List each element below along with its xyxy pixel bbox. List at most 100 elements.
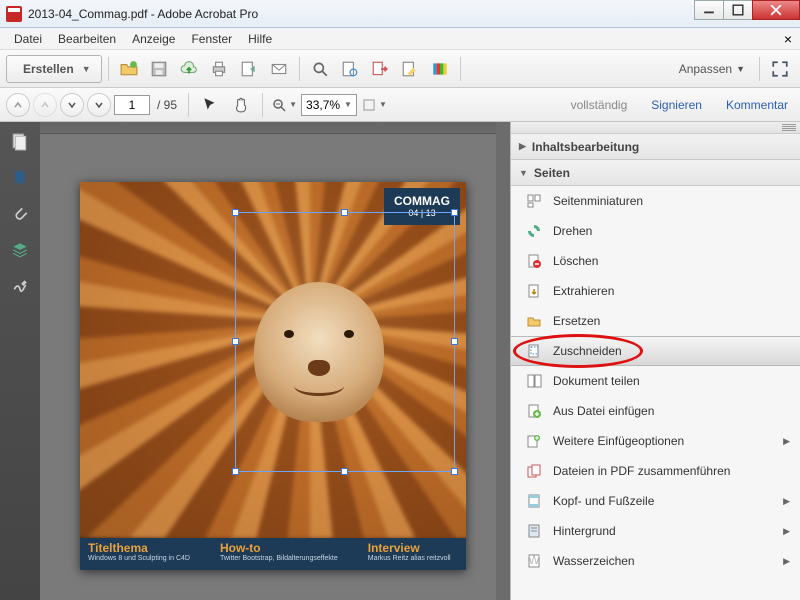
layers-icon[interactable] [8, 238, 32, 262]
email-button[interactable] [265, 55, 293, 83]
minimize-button[interactable] [694, 0, 724, 20]
tool-icon [525, 282, 543, 300]
left-panel [0, 122, 40, 600]
close-button[interactable] [752, 0, 800, 20]
save-button[interactable] [145, 55, 173, 83]
chevron-right-icon: ▶ [783, 496, 790, 507]
tool-item[interactable]: Seitenminiaturen [511, 186, 800, 216]
tool-label: Hintergrund [553, 524, 616, 538]
ocr-button[interactable] [336, 55, 364, 83]
tool-label: Drehen [553, 224, 592, 238]
export-button[interactable] [366, 55, 394, 83]
link-signieren[interactable]: Signieren [645, 94, 708, 116]
chevron-right-icon: ▶ [783, 436, 790, 447]
tool-icon [525, 222, 543, 240]
menu-anzeige[interactable]: Anzeige [124, 30, 183, 48]
tool-item[interactable]: Löschen [511, 246, 800, 276]
chevron-right-icon: ▶ [783, 556, 790, 567]
search-button[interactable] [306, 55, 334, 83]
create-label: Erstellen [23, 62, 74, 76]
tool-icon [525, 432, 543, 450]
tool-label: Kopf- und Fußzeile [553, 494, 654, 508]
color-button[interactable] [426, 55, 454, 83]
pdf-page[interactable]: COMMAG 04 | 13 TitelthemaWindows 8 und S… [80, 182, 466, 570]
menu-datei[interactable]: Datei [6, 30, 50, 48]
tool-item[interactable]: Aus Datei einfügen [511, 396, 800, 426]
tool-label: Aus Datei einfügen [553, 404, 654, 418]
tool-label: Seitenminiaturen [553, 194, 643, 208]
tool-item[interactable]: Weitere Einfügeoptionen ▶ [511, 426, 800, 456]
section-label: Inhaltsbearbeitung [532, 140, 639, 154]
share-button[interactable] [235, 55, 263, 83]
hand-tool-button[interactable] [227, 91, 255, 119]
tool-label: Ersetzen [553, 314, 600, 328]
chevron-down-icon: ▼ [344, 100, 352, 109]
chevron-down-icon: ▼ [736, 64, 745, 74]
zoom-value: 33,7% [306, 98, 340, 112]
pdf-icon [6, 6, 22, 22]
chevron-down-icon: ▼ [519, 168, 528, 178]
tools-pane: ▶ Inhaltsbearbeitung ▼ Seiten Seitenmini… [510, 122, 800, 600]
select-tool-button[interactable] [196, 91, 224, 119]
main-toolbar: Erstellen ▼ Anpassen ▼ [0, 50, 800, 88]
open-button[interactable] [115, 55, 143, 83]
tool-icon [525, 462, 543, 480]
page-up-button[interactable] [6, 93, 30, 117]
chevron-right-icon: ▶ [783, 526, 790, 537]
tool-item[interactable]: Dokument teilen [511, 366, 800, 396]
page-next-button[interactable] [60, 93, 84, 117]
tool-label: Löschen [553, 254, 598, 268]
svg-text:W: W [528, 553, 540, 567]
tool-label: Wasserzeichen [553, 554, 635, 568]
tool-item[interactable]: Hintergrund ▶ [511, 516, 800, 546]
tool-label: Weitere Einfügeoptionen [553, 434, 684, 448]
cloud-button[interactable] [175, 55, 203, 83]
tool-item[interactable]: Dateien in PDF zusammenführen [511, 456, 800, 486]
document-viewer[interactable]: COMMAG 04 | 13 TitelthemaWindows 8 und S… [40, 122, 496, 600]
link-vollstaendig[interactable]: vollständig [565, 94, 634, 116]
zoom-select[interactable]: 33,7% ▼ [301, 94, 357, 116]
tool-item[interactable]: Drehen [511, 216, 800, 246]
link-kommentar[interactable]: Kommentar [720, 94, 794, 116]
crop-selection[interactable] [235, 212, 455, 472]
zoom-dropdown[interactable]: ▼ [360, 91, 388, 119]
section-inhalt[interactable]: ▶ Inhaltsbearbeitung [511, 134, 800, 160]
menu-bearbeiten[interactable]: Bearbeiten [50, 30, 124, 48]
menu-hilfe[interactable]: Hilfe [240, 30, 280, 48]
print-button[interactable] [205, 55, 233, 83]
tool-icon [525, 402, 543, 420]
thumbnails-icon[interactable] [8, 130, 32, 154]
viewer-scrollbar[interactable] [496, 122, 510, 600]
section-label: Seiten [534, 166, 570, 180]
tool-item[interactable]: W Wasserzeichen ▶ [511, 546, 800, 576]
tool-item[interactable]: Zuschneiden [511, 336, 800, 366]
tool-icon [525, 372, 543, 390]
maximize-button[interactable] [723, 0, 753, 20]
zoom-button[interactable]: ▼ [270, 91, 298, 119]
page-total: / 95 [153, 98, 181, 112]
attachments-icon[interactable] [8, 202, 32, 226]
bookmarks-icon[interactable] [8, 166, 32, 190]
tool-item[interactable]: Ersetzen [511, 306, 800, 336]
tool-item[interactable]: Kopf- und Fußzeile ▶ [511, 486, 800, 516]
page-prev-button[interactable] [33, 93, 57, 117]
signatures-icon[interactable] [8, 274, 32, 298]
nav-toolbar: / 95 ▼ 33,7% ▼ ▼ vollständig Signieren K… [0, 88, 800, 122]
pane-resize-handle[interactable] [40, 122, 496, 134]
menu-fenster[interactable]: Fenster [183, 30, 240, 48]
tool-icon [525, 252, 543, 270]
create-button[interactable]: Erstellen ▼ [6, 55, 102, 83]
page-down-button[interactable] [87, 93, 111, 117]
section-seiten[interactable]: ▼ Seiten [511, 160, 800, 186]
doc-close-icon[interactable]: × [776, 31, 800, 47]
customize-button[interactable]: Anpassen ▼ [671, 58, 753, 80]
page-number-input[interactable] [114, 95, 150, 115]
menu-bar: Datei Bearbeiten Anzeige Fenster Hilfe × [0, 28, 800, 50]
edit-button[interactable] [396, 55, 424, 83]
tool-item[interactable]: Extrahieren [511, 276, 800, 306]
window-title: 2013-04_Commag.pdf - Adobe Acrobat Pro [28, 7, 695, 21]
tool-label: Dokument teilen [553, 374, 640, 388]
title-bar: 2013-04_Commag.pdf - Adobe Acrobat Pro [0, 0, 800, 28]
pane-options-icon[interactable] [782, 124, 796, 132]
fullscreen-button[interactable] [766, 55, 794, 83]
